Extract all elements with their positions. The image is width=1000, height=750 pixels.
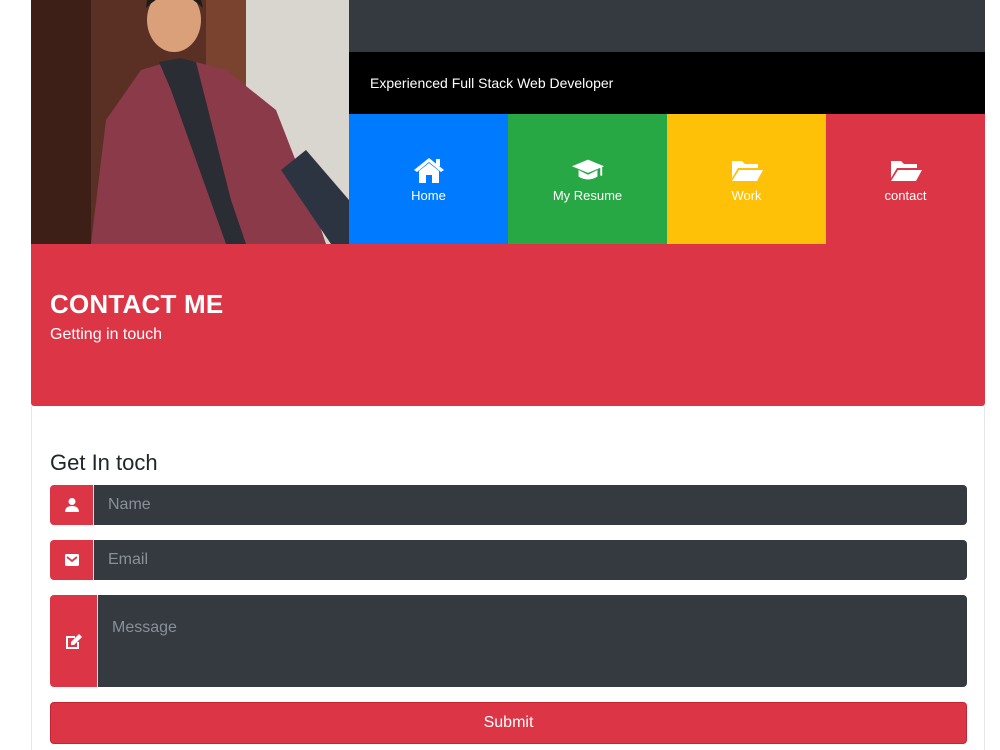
folder-open-icon	[730, 156, 764, 184]
name-field-group	[50, 485, 967, 525]
form-heading: Get In toch	[50, 450, 158, 475]
tagline: Experienced Full Stack Web Developer	[370, 75, 614, 91]
nav-contact[interactable]: contact	[826, 114, 985, 244]
message-textarea[interactable]	[98, 595, 967, 687]
name-input[interactable]	[94, 485, 967, 525]
edit-icon	[50, 595, 98, 687]
email-input[interactable]	[94, 540, 967, 580]
tagline-bar: Experienced Full Stack Web Developer	[349, 52, 985, 114]
main-nav: Home My Resume Work contact	[349, 114, 985, 244]
header: Experienced Full Stack Web Developer Hom…	[31, 0, 985, 244]
page-subtitle: Getting in touch	[50, 326, 163, 343]
envelope-icon	[50, 540, 94, 580]
nav-work[interactable]: Work	[667, 114, 826, 244]
user-icon	[50, 485, 94, 525]
home-icon	[412, 156, 446, 184]
graduation-cap-icon	[571, 156, 605, 184]
nav-my-resume-label: My Resume	[552, 187, 623, 203]
nav-my-resume[interactable]: My Resume	[508, 114, 667, 244]
submit-button[interactable]: Submit	[50, 702, 967, 744]
header-top-bar	[349, 0, 985, 52]
folder-open-icon	[889, 156, 923, 184]
nav-contact-label: contact	[884, 187, 927, 203]
message-field-group	[50, 595, 967, 687]
profile-photo	[31, 0, 349, 244]
contact-form-card: Get In toch Submit	[31, 406, 985, 750]
nav-home-label: Home	[411, 187, 446, 203]
nav-home[interactable]: Home	[349, 114, 508, 244]
nav-work-label: Work	[731, 187, 762, 203]
email-field-group	[50, 540, 967, 580]
page-title: CONTACT ME	[50, 289, 224, 319]
contact-banner: CONTACT ME Getting in touch	[31, 244, 985, 406]
page: Experienced Full Stack Web Developer Hom…	[31, 0, 985, 750]
